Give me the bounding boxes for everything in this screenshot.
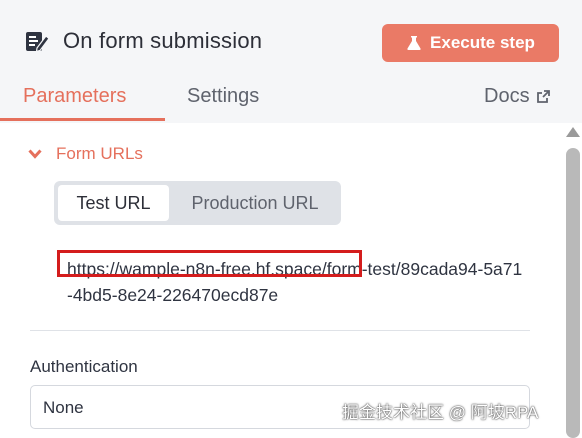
test-url-option[interactable]: Test URL	[58, 185, 169, 221]
form-url-host: https://wample-n8n-free.hf.space	[67, 259, 322, 279]
execute-step-button[interactable]: Execute step	[382, 24, 559, 62]
node-title: On form submission	[63, 28, 263, 53]
tab-docs[interactable]: Docs	[484, 85, 551, 108]
authentication-label: Authentication	[30, 357, 138, 376]
tab-docs-label: Docs	[484, 85, 530, 107]
form-url[interactable]: https://wample-n8n-free.hf.space/form-te…	[67, 256, 527, 308]
active-tab-indicator	[0, 118, 165, 121]
execute-step-label: Execute step	[430, 33, 535, 52]
form-edit-icon	[24, 28, 50, 54]
scrollbar-thumb[interactable]	[566, 148, 580, 438]
tab-parameters[interactable]: Parameters	[23, 85, 126, 108]
production-url-option[interactable]: Production URL	[173, 185, 337, 221]
form-urls-label: Form URLs	[56, 144, 143, 163]
tab-settings[interactable]: Settings	[187, 85, 259, 108]
node-header: On form submission Execute step Paramete…	[0, 0, 582, 123]
parameters-panel: Form URLs Test URL Production URL https:…	[0, 123, 582, 433]
authentication-value: None	[43, 398, 84, 417]
scroll-up-arrow-icon[interactable]	[566, 127, 580, 137]
chevron-down-icon	[28, 149, 42, 159]
scrollbar[interactable]	[564, 124, 582, 438]
external-link-icon	[536, 90, 550, 103]
authentication-select[interactable]: None	[30, 385, 530, 429]
form-urls-toggle[interactable]: Form URLs	[28, 144, 143, 164]
flask-icon	[407, 36, 421, 50]
url-type-selector: Test URL Production URL	[54, 181, 341, 225]
divider	[30, 330, 530, 331]
